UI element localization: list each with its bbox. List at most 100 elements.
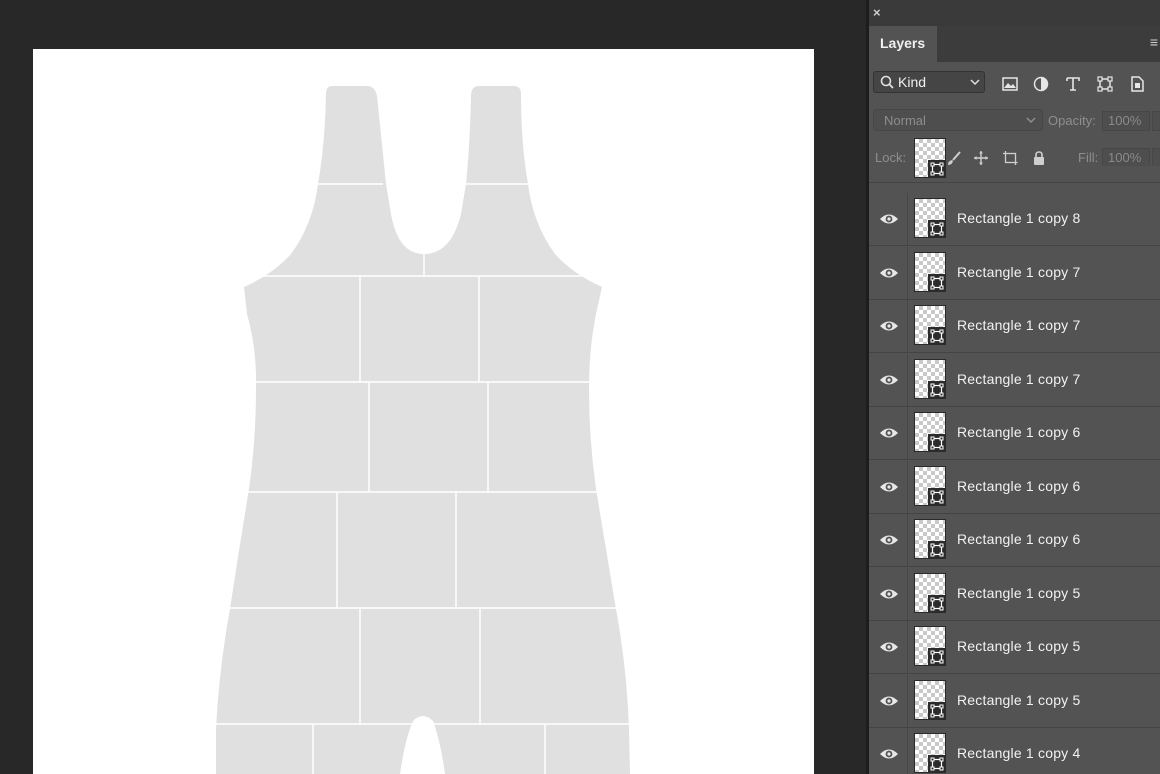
- shape-layer-badge-icon: [928, 487, 946, 506]
- image-filter-icon[interactable]: [1001, 75, 1019, 93]
- shape-layer-badge-icon: [928, 327, 946, 345]
- layer-row[interactable]: Rectangle 1 copy 6: [869, 407, 1160, 460]
- visibility-eye-icon[interactable]: [879, 373, 899, 387]
- layer-row[interactable]: Rectangle 1 copy 6: [869, 460, 1160, 514]
- layer-row[interactable]: Rectangle 1 copy 5: [869, 674, 1160, 728]
- layer-row[interactable]: Rectangle 1 copy 7: [869, 353, 1160, 407]
- search-icon: [880, 75, 894, 89]
- layer-name[interactable]: Rectangle 1 copy 7: [957, 264, 1080, 280]
- lock-artboard-icon[interactable]: [1002, 150, 1018, 166]
- row-divider: [907, 674, 908, 727]
- layer-thumbnail: [914, 251, 946, 292]
- layer-row-partial[interactable]: [869, 138, 1160, 183]
- fill-field[interactable]: 100%: [1102, 148, 1150, 168]
- layer-thumbnail: [914, 626, 946, 666]
- layer-thumbnail: [914, 358, 946, 399]
- visibility-eye-icon[interactable]: [879, 747, 899, 761]
- layer-row[interactable]: Rectangle 1 copy 5: [869, 567, 1160, 621]
- layer-thumbnail: [914, 138, 946, 178]
- visibility-eye-icon[interactable]: [879, 587, 899, 601]
- layer-row[interactable]: Rectangle 1 copy 4: [869, 728, 1160, 774]
- layer-row[interactable]: Rectangle 1 copy 6: [869, 514, 1160, 567]
- smart-object-filter-icon[interactable]: [1128, 75, 1146, 93]
- blend-mode-dropdown[interactable]: Normal: [873, 109, 1043, 131]
- opacity-field[interactable]: 100%: [1102, 111, 1150, 131]
- chevron-down-icon: [970, 79, 980, 86]
- layer-name[interactable]: Rectangle 1 copy 8: [957, 210, 1080, 226]
- visibility-eye-icon[interactable]: [879, 426, 899, 440]
- layer-thumbnail: [914, 198, 946, 238]
- layer-name[interactable]: Rectangle 1 copy 5: [957, 692, 1080, 708]
- shape-filter-icon[interactable]: [1096, 75, 1114, 93]
- layer-filter-row: Kind: [869, 62, 1160, 98]
- layer-row[interactable]: Rectangle 1 copy 5: [869, 621, 1160, 674]
- visibility-eye-icon[interactable]: [879, 480, 899, 494]
- chevron-down-icon: [1026, 117, 1036, 124]
- panel-title-bar: ×: [869, 0, 1160, 26]
- row-divider: [907, 407, 908, 459]
- filter-kind-dropdown[interactable]: Kind: [873, 71, 985, 93]
- opacity-label: Opacity:: [1048, 113, 1096, 128]
- layer-name[interactable]: Rectangle 1 copy 7: [957, 371, 1080, 387]
- shape-layer-badge-icon: [928, 434, 946, 452]
- layer-row[interactable]: Rectangle 1 copy 7: [869, 300, 1160, 353]
- adjustment-filter-icon[interactable]: [1032, 75, 1050, 93]
- fill-label: Fill:: [1078, 150, 1099, 165]
- layer-row[interactable]: Rectangle 1 copy 7: [869, 246, 1160, 300]
- layer-name[interactable]: Rectangle 1 copy 6: [957, 424, 1080, 440]
- layer-name[interactable]: Rectangle 1 copy 7: [957, 317, 1080, 333]
- visibility-eye-icon[interactable]: [879, 319, 899, 333]
- garment-shape[interactable]: [216, 86, 630, 774]
- row-divider: [907, 621, 908, 673]
- garment-artwork[interactable]: [33, 49, 814, 774]
- document-workspace: [0, 0, 866, 774]
- row-divider: [907, 514, 908, 566]
- shape-layer-badge-icon: [928, 755, 946, 773]
- blend-opacity-row: Normal Opacity: 100%: [869, 100, 1160, 136]
- visibility-eye-icon[interactable]: [879, 640, 899, 654]
- visibility-eye-icon[interactable]: [879, 212, 899, 226]
- row-divider: [907, 567, 908, 620]
- shape-layer-badge-icon: [928, 273, 946, 292]
- shape-layer-badge-icon: [928, 541, 946, 559]
- visibility-eye-icon[interactable]: [879, 266, 899, 280]
- opacity-slider-toggle[interactable]: [1152, 111, 1160, 131]
- blend-mode-value: Normal: [884, 113, 926, 128]
- layer-name[interactable]: Rectangle 1 copy 6: [957, 478, 1080, 494]
- layer-thumbnail: [914, 465, 946, 506]
- visibility-eye-icon[interactable]: [879, 694, 899, 708]
- layer-thumbnail: [914, 572, 946, 613]
- layer-thumbnail: [914, 305, 946, 345]
- shape-layer-badge-icon: [928, 701, 946, 720]
- fill-slider-toggle[interactable]: [1152, 148, 1160, 168]
- layer-thumbnail: [914, 733, 946, 773]
- type-filter-icon[interactable]: [1064, 75, 1082, 93]
- layer-thumbnail: [914, 679, 946, 720]
- shape-layer-badge-icon: [928, 648, 946, 666]
- row-divider: [907, 246, 908, 299]
- shape-layer-badge-icon: [928, 594, 946, 613]
- filter-kind-label: Kind: [898, 74, 927, 90]
- row-divider: [907, 728, 908, 774]
- lock-position-icon[interactable]: [973, 150, 989, 166]
- layer-name[interactable]: Rectangle 1 copy 4: [957, 745, 1080, 761]
- row-divider: [907, 353, 908, 406]
- panel-menu-icon[interactable]: ≡: [1150, 34, 1158, 50]
- row-divider: [907, 300, 908, 352]
- layer-thumbnail: [914, 412, 946, 452]
- close-panel-icon[interactable]: ×: [873, 6, 881, 19]
- shape-layer-badge-icon: [928, 160, 946, 178]
- lock-all-icon[interactable]: [1031, 150, 1047, 166]
- layer-row[interactable]: Rectangle 1 copy 8: [869, 193, 1160, 246]
- document-canvas[interactable]: [33, 49, 814, 774]
- visibility-eye-icon[interactable]: [879, 533, 899, 547]
- lock-image-pixels-icon[interactable]: [946, 150, 962, 166]
- layer-name[interactable]: Rectangle 1 copy 5: [957, 638, 1080, 654]
- panel-tab-strip: Layers ≡: [869, 26, 1160, 62]
- shape-layer-badge-icon: [928, 380, 946, 399]
- row-divider: [907, 460, 908, 513]
- layer-name[interactable]: Rectangle 1 copy 5: [957, 585, 1080, 601]
- layer-name[interactable]: Rectangle 1 copy 6: [957, 531, 1080, 547]
- tab-layers[interactable]: Layers: [869, 26, 937, 62]
- layer-list[interactable]: Rectangle 1 copy 8 Rectangle 1 copy 7 Rect…: [869, 138, 1160, 774]
